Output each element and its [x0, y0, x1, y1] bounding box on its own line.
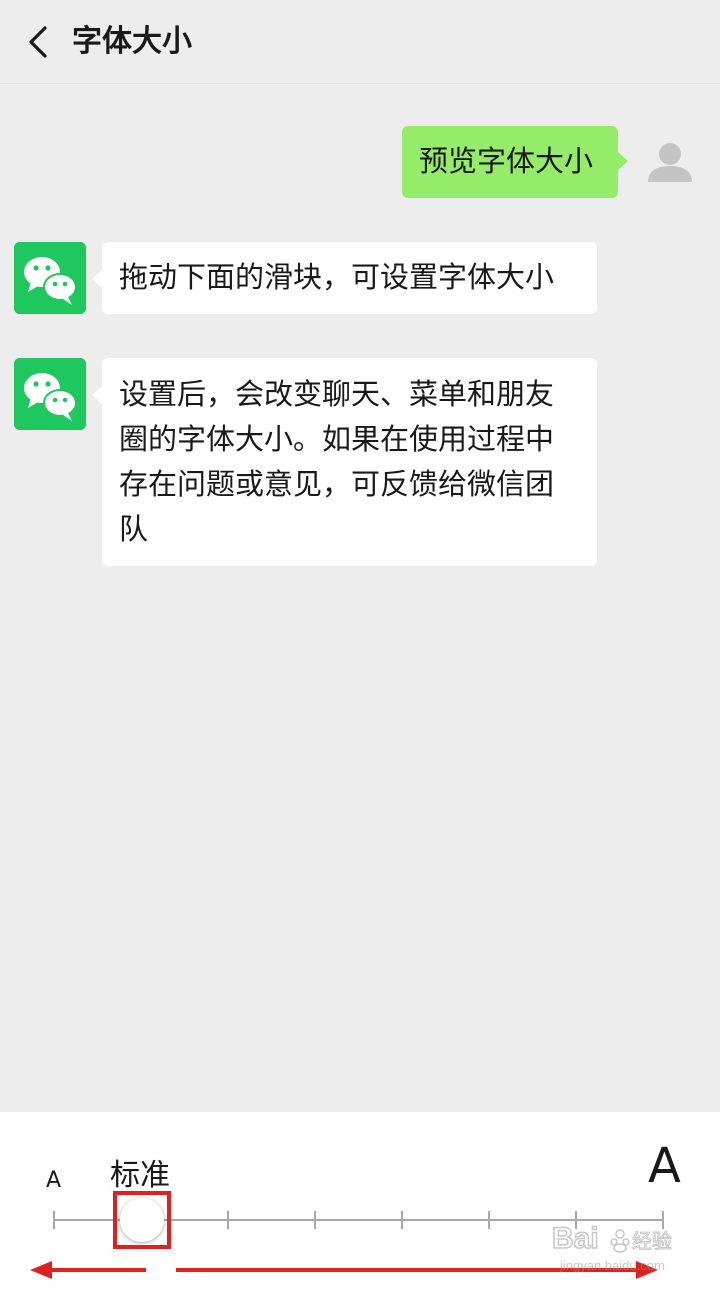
baidu-paw-icon: Bai 经验 jingyan.baidu.com	[551, 1221, 672, 1273]
nav-bar: 字体大小	[0, 0, 720, 84]
wechat-logo-icon	[14, 242, 86, 314]
slider-tick[interactable]	[314, 1211, 316, 1229]
message-1-bubble: 拖动下面的滑块，可设置字体大小	[102, 242, 597, 314]
watermark-url: jingyan.baidu.com	[559, 1258, 665, 1273]
watermark-brand-suffix: 经验	[632, 1229, 672, 1253]
slider-tick[interactable]	[488, 1211, 490, 1229]
large-font-label: A	[648, 1138, 681, 1194]
default-user-icon	[634, 126, 706, 198]
back-button[interactable]	[18, 20, 58, 64]
slider-tick[interactable]	[401, 1211, 403, 1229]
baidu-jingyan-watermark: Bai 经验 jingyan.baidu.com	[551, 1210, 702, 1285]
message-2-bubble: 设置后，会改变聊天、菜单和朋友圈的字体大小。如果在使用过程中存在问题或意见，可反…	[102, 358, 597, 566]
message-1-tail	[92, 270, 102, 288]
knob-highlight-annotation	[113, 1191, 171, 1249]
slider-tick[interactable]	[227, 1211, 229, 1229]
wechat-logo-icon	[14, 358, 86, 430]
message-2-text: 设置后，会改变聊天、菜单和朋友圈的字体大小。如果在使用过程中存在问题或意见，可反…	[119, 377, 555, 546]
watermark-brand: Bai	[552, 1222, 599, 1255]
arrow-left-annotation	[30, 1261, 146, 1279]
user-avatar	[634, 126, 706, 198]
preview-message-text: 预览字体大小	[419, 144, 594, 178]
message-2-tail	[92, 386, 102, 404]
preview-bubble-tail	[618, 152, 628, 170]
message-1-text: 拖动下面的滑块，可设置字体大小	[119, 260, 555, 294]
small-font-label: A	[46, 1168, 62, 1193]
wechat-avatar	[14, 358, 86, 430]
preview-message-bubble: 预览字体大小	[402, 126, 618, 198]
wechat-avatar	[14, 242, 86, 314]
chevron-left-icon	[29, 26, 47, 58]
slider-tick[interactable]	[53, 1211, 55, 1229]
page-title: 字体大小	[72, 24, 192, 59]
current-level-label: 标准	[110, 1158, 170, 1193]
